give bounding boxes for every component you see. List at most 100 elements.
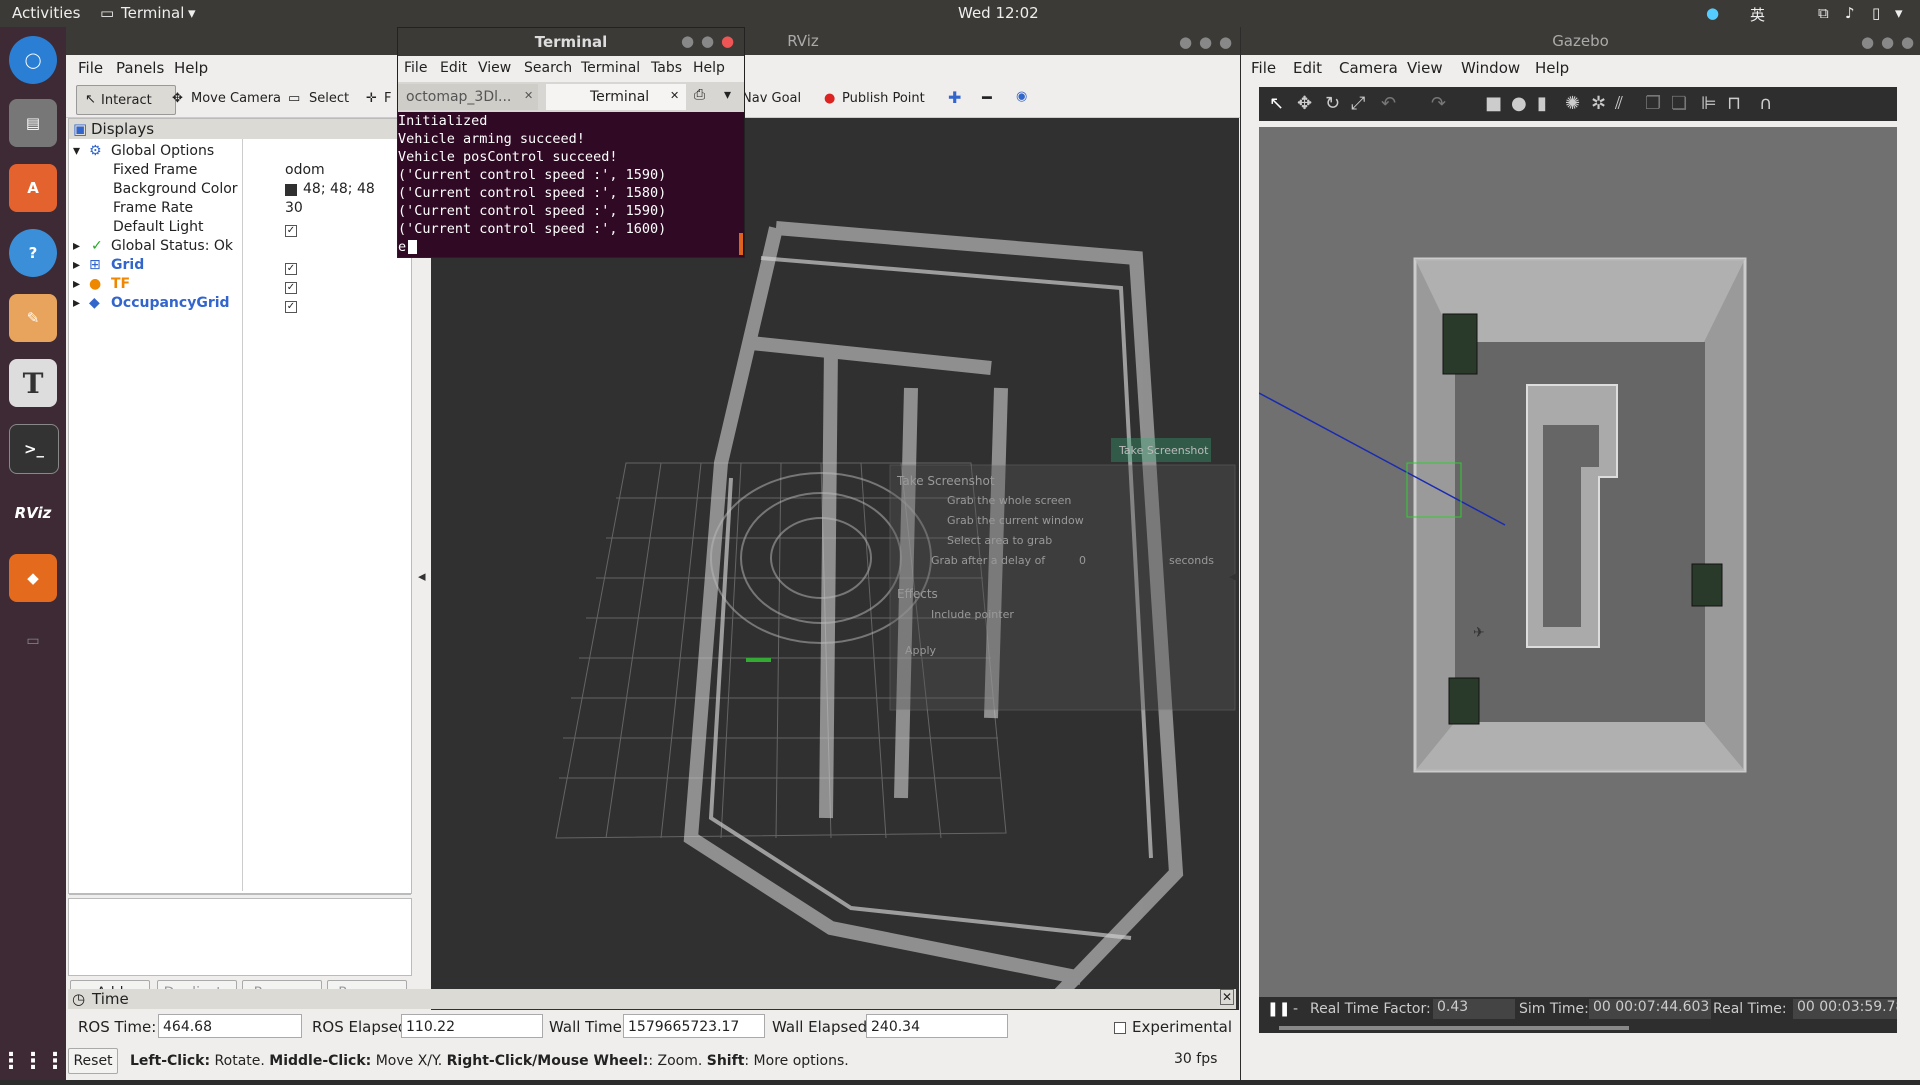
battery-icon[interactable]: ▯ <box>1872 4 1880 22</box>
tab-octomap[interactable]: octomap_3Dl... ✕ <box>398 84 538 110</box>
snap-icon[interactable]: ⊓ <box>1727 93 1741 114</box>
maximize-icon[interactable]: ● <box>1881 33 1894 51</box>
network-status-icon[interactable]: ● <box>1706 4 1719 22</box>
menu-search[interactable]: Search <box>524 60 572 76</box>
menu-help[interactable]: Help <box>693 60 725 76</box>
global-status-item[interactable]: Global Status: Ok <box>111 238 233 254</box>
interact-tool-button[interactable]: ↖ Interact <box>76 85 176 115</box>
cylinder-icon[interactable]: ▮ <box>1537 93 1547 114</box>
menu-file[interactable]: File <box>78 59 103 77</box>
directional-light-icon[interactable]: ⫽ <box>1615 93 1623 114</box>
gazebo-3d-view[interactable]: ✈ <box>1259 127 1897 997</box>
magnet-icon[interactable]: ∩ <box>1759 93 1772 114</box>
maximize-icon[interactable]: ● <box>1199 33 1212 51</box>
tree-expand-grid[interactable]: ▸ <box>73 257 80 273</box>
copy-icon[interactable]: ❐ <box>1645 93 1661 114</box>
occupancy-checkbox[interactable]: ✓ <box>285 297 297 313</box>
app-menu[interactable]: Terminal <box>121 4 184 22</box>
rotate-icon[interactable]: ↻ <box>1325 93 1340 114</box>
tree-expand-global-status[interactable]: ▸ <box>73 238 80 254</box>
publish-point-button[interactable]: Publish Point <box>842 91 925 106</box>
show-applications-icon[interactable]: ⋮⋮⋮ <box>0 1037 66 1085</box>
close-icon[interactable]: ● <box>1901 33 1914 51</box>
menu-file[interactable]: File <box>404 60 427 76</box>
menu-edit[interactable]: Edit <box>1293 59 1322 77</box>
drive-icon[interactable]: ▭ <box>9 617 57 665</box>
paste-icon[interactable]: ❏ <box>1671 93 1687 114</box>
minimize-icon[interactable]: ● <box>1179 33 1192 51</box>
volume-icon[interactable]: ♪ <box>1845 4 1855 22</box>
move-camera-button[interactable]: Move Camera <box>191 91 281 106</box>
menu-view[interactable]: View <box>478 60 511 76</box>
collapse-right-icon[interactable]: ◂ <box>1229 567 1237 585</box>
text-editor-icon[interactable]: ✎ <box>9 294 57 342</box>
menu-camera[interactable]: Camera <box>1339 59 1398 77</box>
menu-help[interactable]: Help <box>174 59 208 77</box>
menu-edit[interactable]: Edit <box>440 60 467 76</box>
menu-panels[interactable]: Panels <box>116 59 164 77</box>
chevron-down-icon[interactable]: ▾ <box>724 87 731 103</box>
tf-display-item[interactable]: TF <box>111 276 130 292</box>
scale-icon[interactable]: ⤢ <box>1351 93 1365 114</box>
select-mode-icon[interactable]: ↖ <box>1269 93 1284 114</box>
activities-button[interactable]: Activities <box>12 4 80 22</box>
clock[interactable]: Wed 12:02 <box>958 4 1039 22</box>
scrollbar[interactable] <box>739 233 743 255</box>
terminal-output[interactable]: Initialized Vehicle arming succeed! Vehi… <box>398 112 744 256</box>
focus-camera-button[interactable]: F <box>384 91 391 106</box>
chromium-icon[interactable]: ◯ <box>9 36 57 84</box>
select-button[interactable]: Select <box>309 91 349 106</box>
close-icon[interactable]: ✕ <box>524 89 533 102</box>
add-tool-icon[interactable]: ✚ <box>948 88 961 107</box>
input-method-indicator[interactable]: 英 <box>1750 4 1765 25</box>
software-center-icon[interactable]: A <box>9 164 57 212</box>
tree-expand-occupancy[interactable]: ▸ <box>73 295 80 311</box>
maximize-icon[interactable]: ● <box>701 32 714 50</box>
color-swatch[interactable] <box>285 184 297 196</box>
sphere-icon[interactable]: ● <box>1511 93 1527 114</box>
network-icon[interactable]: ⧉ <box>1818 4 1829 22</box>
occupancy-grid-display-item[interactable]: OccupancyGrid <box>111 295 230 311</box>
horizontal-scrollbar[interactable] <box>1259 1023 1897 1033</box>
experimental-checkbox[interactable] <box>1114 1020 1126 1038</box>
gazebo-titlebar[interactable]: Gazebo <box>1241 27 1920 55</box>
rviz-icon[interactable]: RViz <box>9 489 57 537</box>
wall-time-field[interactable]: 1579665723.17 <box>623 1014 765 1038</box>
default-light-checkbox[interactable]: ✓ <box>285 221 297 237</box>
remove-tool-icon[interactable]: ━ <box>982 88 992 107</box>
typora-icon[interactable]: T <box>9 359 57 407</box>
ros-elapsed-field[interactable]: 110.22 <box>401 1014 543 1038</box>
fixed-frame-value[interactable]: odom <box>285 162 325 178</box>
menu-tabs[interactable]: Tabs <box>651 60 682 76</box>
pause-icon[interactable]: ❚❚ <box>1267 1001 1290 1017</box>
gazebo-icon[interactable]: ◆ <box>9 554 57 602</box>
ros-time-field[interactable]: 464.68 <box>158 1014 302 1038</box>
close-icon[interactable]: ✕ <box>1220 989 1234 1005</box>
spot-light-icon[interactable]: ✲ <box>1591 93 1606 114</box>
translate-icon[interactable]: ✥ <box>1297 93 1312 114</box>
tf-checkbox[interactable]: ✓ <box>285 278 297 294</box>
menu-help[interactable]: Help <box>1535 59 1569 77</box>
camera-type-icon[interactable]: ◉ <box>1016 89 1027 104</box>
nav-goal-button[interactable]: Nav Goal <box>742 91 801 106</box>
tree-expand-tf[interactable]: ▸ <box>73 276 80 292</box>
close-icon[interactable]: ✕ <box>670 89 679 102</box>
box-icon[interactable]: ■ <box>1485 93 1502 114</box>
menu-file[interactable]: File <box>1251 59 1276 77</box>
align-icon[interactable]: ⊫ <box>1701 93 1717 114</box>
new-tab-icon[interactable]: ⎙ <box>694 87 705 103</box>
help-icon[interactable]: ? <box>9 229 57 277</box>
redo-icon[interactable]: ↷ <box>1431 93 1446 114</box>
tree-expand-global-options[interactable]: ▾ <box>73 143 80 159</box>
collapse-left-icon[interactable]: ◂ <box>418 567 426 585</box>
step-icon[interactable]: - <box>1293 1001 1298 1017</box>
minimize-icon[interactable]: ● <box>681 32 694 50</box>
minimize-icon[interactable]: ● <box>1861 33 1874 51</box>
background-color-value[interactable]: 48; 48; 48 <box>303 181 375 197</box>
reset-button[interactable]: Reset <box>68 1048 118 1074</box>
frame-rate-value[interactable]: 30 <box>285 200 303 216</box>
wall-elapsed-field[interactable]: 240.34 <box>866 1014 1008 1038</box>
undo-icon[interactable]: ↶ <box>1381 93 1396 114</box>
close-icon[interactable]: ● <box>1219 33 1232 51</box>
close-icon[interactable]: ● <box>721 32 734 50</box>
